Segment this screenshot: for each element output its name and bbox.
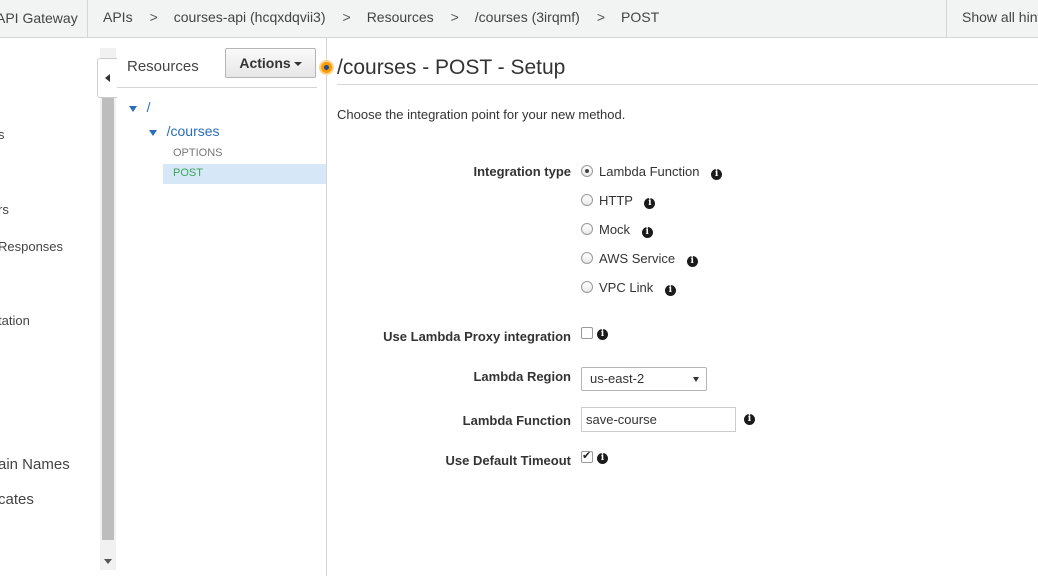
radio-button[interactable]: [581, 194, 593, 206]
nav-item-documentation[interactable]: tation: [0, 313, 30, 328]
divider: [337, 84, 1038, 85]
lambda-proxy-label: Use Lambda Proxy integration: [383, 329, 571, 344]
info-icon[interactable]: i: [597, 453, 608, 464]
info-icon[interactable]: i: [664, 285, 676, 296]
radio-lambda-function[interactable]: Lambda Function i: [581, 164, 723, 180]
status-indicator-icon: [319, 60, 334, 75]
dropdown-arrow-icon: [693, 377, 699, 382]
top-bar: API Gateway APIs > courses-api (hcqxdqvii3…: [0, 0, 1038, 38]
nav-item-custom-domain-names[interactable]: ain Names: [0, 456, 70, 473]
lambda-function-label: Lambda Function: [462, 413, 571, 428]
radio-http[interactable]: HTTP i: [581, 193, 656, 209]
breadcrumb-apis[interactable]: APIs: [103, 0, 133, 35]
breadcrumb: APIs > courses-api (hcqxdqvii3) > Resources >…: [103, 0, 659, 37]
nav-item-gateway-responses[interactable]: Responses: [0, 239, 63, 254]
breadcrumb-separator: >: [149, 9, 158, 25]
scrollbar-top: [100, 48, 116, 58]
scrollbar-thumb[interactable]: [102, 98, 114, 540]
page-title: /courses - POST - Setup: [337, 56, 566, 79]
tree-node-root[interactable]: /: [129, 99, 151, 115]
nav-item-authorizers[interactable]: rs: [0, 202, 9, 217]
breadcrumb-resources[interactable]: Resources: [367, 0, 434, 35]
radio-button[interactable]: [581, 252, 593, 264]
breadcrumb-method: POST: [621, 9, 660, 25]
expand-triangle-icon[interactable]: [129, 105, 137, 112]
tree-label-root[interactable]: /: [147, 99, 151, 115]
method-setup-panel: /courses - POST - Setup Choose the integ…: [319, 38, 1038, 576]
divider: [117, 87, 317, 88]
radio-button[interactable]: [581, 223, 593, 235]
info-icon[interactable]: i: [597, 329, 608, 340]
tree-label-courses[interactable]: /courses: [167, 123, 220, 139]
radio-button[interactable]: [581, 165, 593, 177]
default-timeout-label: Use Default Timeout: [445, 453, 571, 468]
info-icon[interactable]: i: [744, 414, 755, 425]
info-icon[interactable]: i: [644, 198, 656, 209]
radio-mock[interactable]: Mock i: [581, 222, 653, 238]
show-all-hints-link[interactable]: Show all hints: [946, 0, 1038, 37]
breadcrumb-api[interactable]: courses-api (hcqxdqvii3): [174, 0, 326, 35]
nav-item-client-certificates[interactable]: cates: [0, 491, 34, 508]
integration-type-label: Integration type: [473, 164, 571, 179]
default-timeout-checkbox[interactable]: [581, 449, 593, 463]
actions-button[interactable]: Actions: [225, 48, 316, 78]
breadcrumb-resource[interactable]: /courses (3irqmf): [475, 0, 580, 35]
scrollbar[interactable]: [100, 98, 116, 570]
caret-down-icon: [293, 62, 302, 67]
info-icon[interactable]: i: [641, 227, 653, 238]
scroll-down-arrow-icon[interactable]: [104, 559, 112, 564]
resources-title: Resources: [127, 58, 199, 75]
breadcrumb-separator: >: [450, 9, 459, 25]
collapse-nav-button[interactable]: [97, 58, 117, 98]
radio-aws-service[interactable]: AWS Service i: [581, 251, 698, 267]
left-nav: s rs Responses tation ain Names cates: [0, 38, 96, 576]
radio-vpc-link[interactable]: VPC Link i: [581, 280, 676, 296]
info-icon[interactable]: i: [686, 256, 698, 267]
lambda-proxy-checkbox[interactable]: [581, 327, 593, 339]
tree-method-post[interactable]: POST: [163, 164, 326, 184]
lambda-region-select[interactable]: us-east-2: [581, 367, 707, 391]
nav-item-resources[interactable]: s: [0, 127, 5, 142]
intro-text: Choose the integration point for your ne…: [337, 107, 626, 122]
breadcrumb-separator: >: [342, 9, 351, 25]
lambda-region-label: Lambda Region: [473, 369, 571, 384]
tree-method-options[interactable]: OPTIONS: [173, 147, 223, 159]
chevron-left-icon: [105, 74, 110, 82]
expand-triangle-icon[interactable]: [149, 129, 157, 136]
breadcrumb-separator: >: [596, 9, 606, 25]
service-name[interactable]: API Gateway: [0, 0, 88, 37]
radio-button[interactable]: [581, 281, 593, 293]
lambda-function-input[interactable]: [581, 407, 736, 432]
info-icon[interactable]: i: [711, 169, 723, 180]
tree-node-courses[interactable]: /courses: [149, 123, 220, 139]
resources-panel: Resources Actions / /courses OPTIONS POS…: [117, 38, 327, 576]
